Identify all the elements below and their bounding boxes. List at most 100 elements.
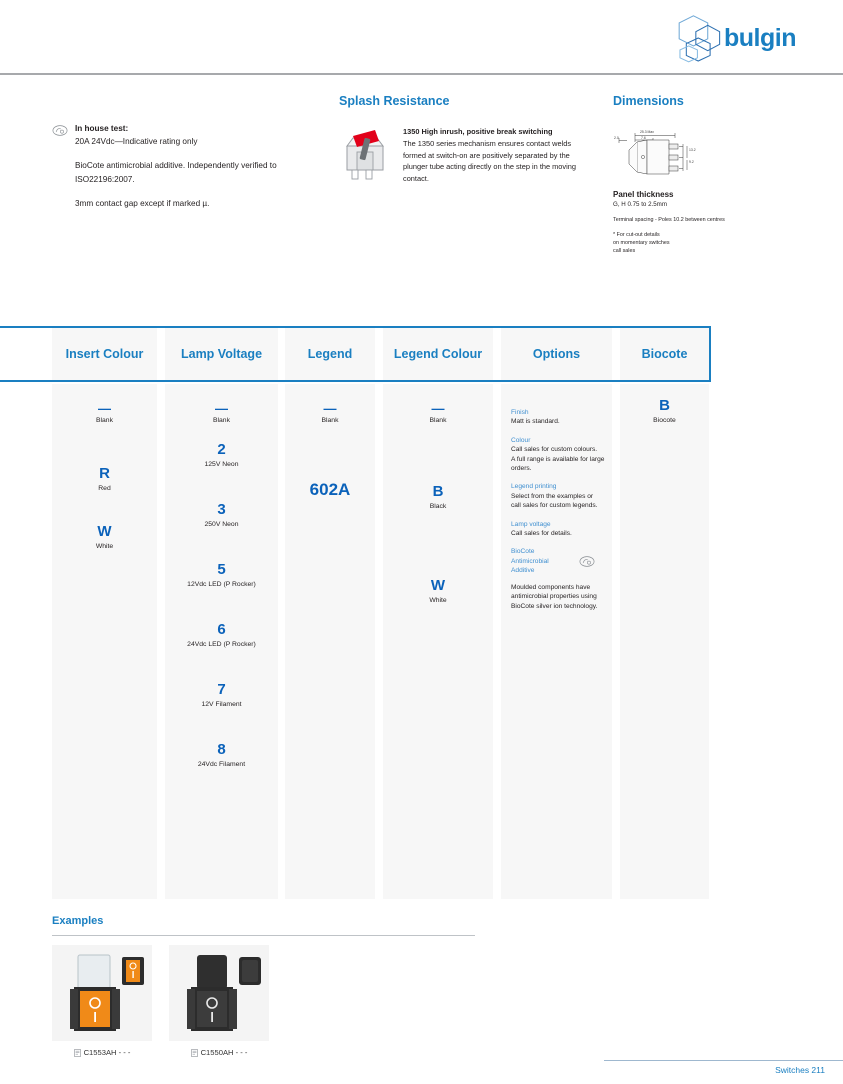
splash-resistance-title: Splash Resistance (339, 94, 450, 108)
option-group-body: Moulded components have antimicrobial pr… (511, 583, 598, 610)
option-entry[interactable]: 3 250V Neon (165, 501, 278, 529)
option-group-body: Call sales for custom colours. A full ra… (511, 446, 605, 473)
option-group-body: Matt is standard. (511, 418, 560, 426)
rocker-switch-cutaway-icon (346, 130, 384, 180)
cut-out-footnote: * For cut-out details on momentary switc… (613, 232, 670, 254)
option-label: Biocote (653, 417, 676, 424)
option-label: Black (429, 503, 447, 510)
biocote-badge-icon (52, 125, 68, 136)
example-thumbnail[interactable] (52, 945, 152, 1041)
option-code: R (99, 465, 110, 482)
column-header-biocote: Biocote (620, 328, 709, 380)
option-code: 5 (217, 561, 226, 578)
column-header-label: Insert Colour (65, 347, 144, 361)
hexagon-logo-icon (678, 15, 721, 63)
option-code: 6 (217, 621, 226, 638)
option-group-body: Call sales for details. (511, 530, 572, 538)
option-code: 7 (217, 681, 226, 698)
option-entry[interactable]: 6 24Vdc LED (P Rocker) (165, 621, 278, 649)
example-thumbnail[interactable] (169, 945, 269, 1041)
black-rocker-switch-photo (187, 955, 261, 1031)
option-entry[interactable]: R Red (52, 465, 157, 493)
column-header-options: Options (501, 328, 612, 380)
option-entry[interactable]: B Biocote (620, 398, 709, 425)
table-header-bottom-border (0, 380, 711, 382)
option-code: W (97, 523, 112, 540)
option-code: 8 (217, 741, 226, 758)
svg-text:2.0: 2.0 (614, 136, 619, 140)
option-entry[interactable]: — Blank (383, 401, 493, 424)
footer-divider (604, 1060, 843, 1061)
option-group-heading: Lamp voltage (511, 520, 551, 528)
examples-title: Examples (52, 915, 104, 927)
option-code: — (215, 401, 228, 416)
splash-resistance-heading: 1350 High inrush, positive break switchi… (403, 127, 553, 136)
examples-section: Examples C1553AH - - - C1550AH - - - (52, 915, 712, 1057)
terminal-spacing-note: Terminal spacing - Poles 10.2 between ce… (613, 217, 725, 223)
contact-gap-text: 3mm contact gap except if marked µ. (75, 198, 210, 208)
option-entry[interactable]: — Blank (52, 401, 157, 424)
option-label: Blank (429, 417, 447, 424)
example-item[interactable]: C1550AH - - - (169, 945, 269, 1057)
option-entry[interactable]: 602A (285, 480, 375, 501)
switch-dimension-drawing-icon: 2.0 25.3 Max 7.6 13.2 9.2 (614, 130, 696, 175)
option-code: — (98, 401, 111, 416)
in-house-test-block: In house test: 20A 24Vdc—Indicative rati… (52, 122, 342, 210)
option-label: Blank (212, 417, 230, 424)
column-header-legend: Legend (285, 328, 375, 380)
brand-name: bulgin (724, 23, 796, 52)
example-caption: C1553AH - - - (52, 1048, 152, 1057)
column-header-label: Legend (307, 347, 353, 361)
column-legend: — Blank 602A (285, 384, 375, 899)
option-entry[interactable]: — Blank (285, 401, 375, 424)
svg-text:13.2: 13.2 (689, 148, 696, 152)
splash-resistance-block: Splash Resistance 1350 High inrush, posi… (339, 94, 589, 184)
option-code: — (431, 401, 445, 416)
column-header-label: Legend Colour (393, 347, 483, 361)
splash-resistance-body: The 1350 series mechanism ensures contac… (403, 139, 576, 183)
column-header-label: Options (532, 347, 581, 361)
example-caption: C1550AH - - - (169, 1048, 269, 1057)
option-label: 12V Filament (201, 701, 242, 708)
option-code: 602A (309, 480, 351, 499)
option-entry[interactable]: B Black (383, 483, 493, 511)
panel-thickness-title: Panel thickness (613, 190, 674, 199)
dimensions-block: Dimensions 2.0 25.3 Max 7.6 13.2 9.2 Pan… (613, 94, 793, 255)
option-code: B (432, 483, 444, 500)
column-insert-colour: — Blank R Red W White (52, 384, 157, 899)
examples-divider (52, 935, 475, 936)
option-entry[interactable]: W White (383, 578, 493, 605)
column-header-label: Biocote (641, 347, 688, 361)
option-group-body: Select from the examples or call sales f… (511, 492, 598, 510)
option-code: — (323, 401, 337, 416)
example-item[interactable]: C1553AH - - - (52, 945, 152, 1057)
option-entry[interactable]: W White (52, 523, 157, 551)
column-header-insert-colour: Insert Colour (52, 328, 157, 380)
column-header-label: Lamp Voltage (180, 347, 263, 361)
svg-text:7.6: 7.6 (641, 136, 646, 140)
header-divider (0, 73, 843, 75)
option-entry[interactable]: 5 12Vdc LED (P Rocker) (165, 561, 278, 589)
datasheet-icon (190, 1048, 198, 1057)
option-label: Red (98, 485, 111, 492)
option-group-heading: BioCote Antimicrobial Additive (511, 548, 549, 575)
option-entry[interactable]: 7 12V Filament (165, 681, 278, 709)
orange-rocker-switch-photo (70, 954, 144, 1031)
option-entry[interactable]: — Blank (165, 401, 278, 424)
option-group-heading: Finish (511, 409, 529, 416)
biocote-badge-icon (579, 556, 595, 567)
panel-thickness-value: G, H 0.75 to 2.5mm (613, 201, 667, 208)
column-header-legend-colour: Legend Colour (383, 328, 493, 380)
brand-logo: bulgin (676, 8, 796, 68)
options-list: Finish Matt is standard. Colour Call sal… (511, 408, 611, 611)
in-house-test-title: In house test: (75, 124, 129, 133)
column-legend-colour: — Blank B Black W White (383, 384, 493, 899)
dimensions-title: Dimensions (613, 94, 684, 108)
option-entry[interactable]: 8 24Vdc Filament (165, 741, 278, 769)
column-biocote: B Biocote (620, 384, 709, 899)
option-label: White (95, 543, 114, 550)
option-entry[interactable]: 2 125V Neon (165, 442, 278, 469)
option-code: 3 (217, 501, 226, 518)
option-label: 12Vdc LED (P Rocker) (187, 581, 256, 588)
svg-text:9.2: 9.2 (689, 160, 694, 164)
